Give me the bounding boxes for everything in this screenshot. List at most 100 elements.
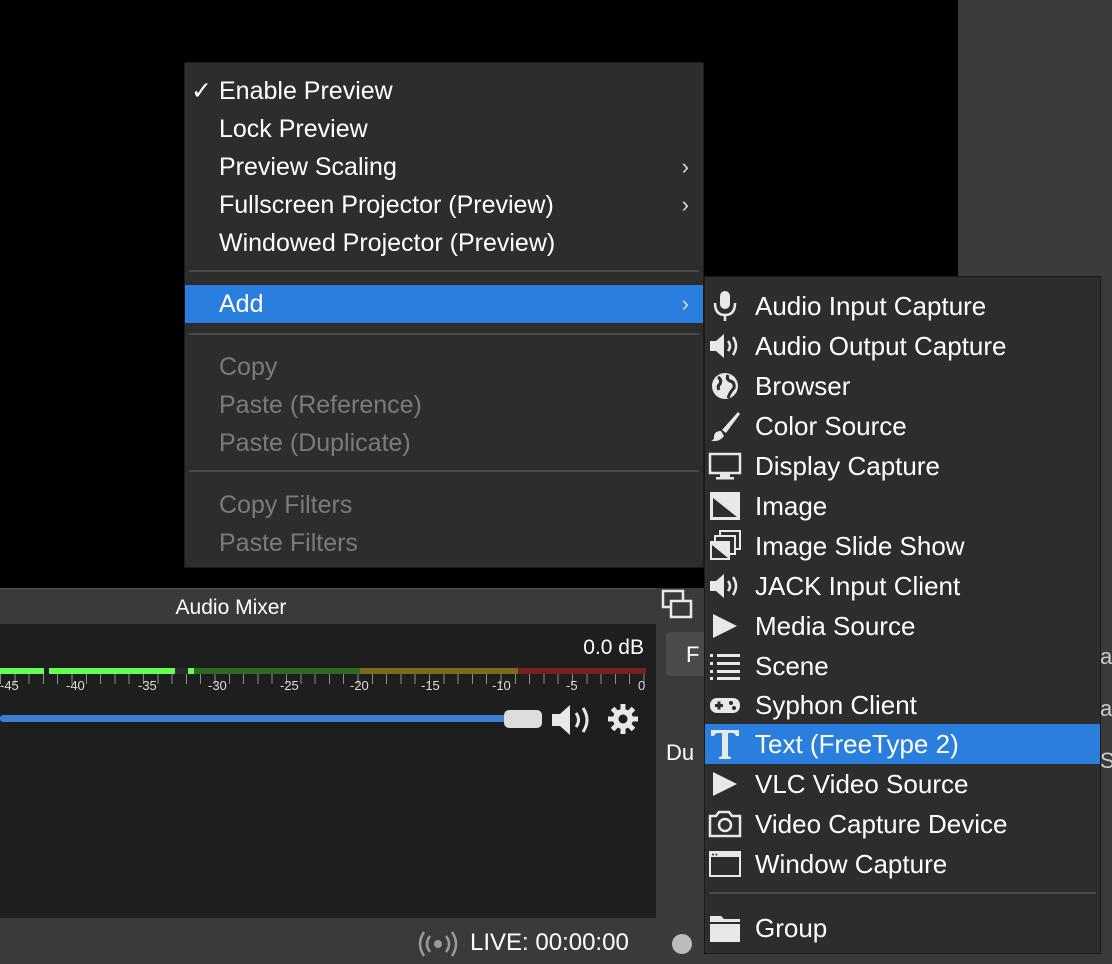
submenu-item-jack-input-client[interactable]: JACK Input Client xyxy=(705,566,1100,606)
submenu-item-label: VLC Video Source xyxy=(755,769,969,799)
gamepad-icon xyxy=(710,698,740,713)
menu-separator xyxy=(189,470,699,472)
audio-mixer-header: Audio Mixer xyxy=(0,588,656,624)
menu-item-copy[interactable]: Copy xyxy=(185,348,703,386)
submenu-item-label: Image xyxy=(755,491,828,521)
menu-item-paste-reference[interactable]: Paste (Reference) xyxy=(185,386,703,424)
submenu-item-audio-output-capture[interactable]: Audio Output Capture xyxy=(705,326,1100,366)
submenu-item-color-source[interactable]: Color Source xyxy=(705,406,1100,446)
menu-item-label: Copy Filters xyxy=(219,491,353,519)
submenu-item-syphon-client[interactable]: Syphon Client xyxy=(705,685,1100,725)
meter-tick-label: -10 xyxy=(492,678,511,693)
submenu-item-label: Video Capture Device xyxy=(755,809,1008,839)
menu-item-label: Copy xyxy=(219,353,278,381)
image-icon xyxy=(710,492,740,520)
submenu-item-label: Image Slide Show xyxy=(755,531,965,561)
menu-item-windowed-projector[interactable]: Windowed Projector (Preview) xyxy=(185,224,703,262)
duration-label: Du xyxy=(666,740,695,765)
submenu-item-label: Scene xyxy=(755,651,829,681)
menu-item-fullscreen-projector[interactable]: Fullscreen Projector (Preview) › xyxy=(185,186,703,224)
undock-icon[interactable] xyxy=(660,588,694,622)
submenu-item-display-capture[interactable]: Display Capture xyxy=(705,446,1100,486)
submenu-item-label: Media Source xyxy=(755,611,916,641)
submenu-item-label: Display Capture xyxy=(755,451,940,481)
menu-separator xyxy=(189,333,699,335)
meter-tick-label: 0 xyxy=(638,678,646,693)
meter-tick-label: -20 xyxy=(350,678,369,693)
paintbrush-icon xyxy=(711,412,740,442)
chevron-right-icon: › xyxy=(681,154,689,179)
edge-fragment: a xyxy=(1100,644,1112,669)
preview-context-menu: ✓ Enable Preview Lock Preview Preview Sc… xyxy=(184,62,704,568)
menu-item-label: Add xyxy=(219,290,264,318)
submenu-item-window-capture[interactable]: Window Capture xyxy=(705,844,1100,884)
gear-icon[interactable] xyxy=(606,702,640,736)
add-source-submenu: Audio Input Capture Audio Output Capture… xyxy=(704,276,1101,954)
submenu-item-image[interactable]: Image xyxy=(705,486,1100,526)
menu-item-label: Fullscreen Projector (Preview) xyxy=(219,191,554,219)
checkmark-icon: ✓ xyxy=(191,77,212,105)
submenu-item-text-freetype[interactable]: Text (FreeType 2) xyxy=(705,724,1100,764)
chevron-right-icon: › xyxy=(681,192,689,217)
submenu-item-audio-input-capture[interactable]: Audio Input Capture xyxy=(705,286,1100,326)
meter-ticks xyxy=(0,674,646,684)
audio-mixer-title: Audio Mixer xyxy=(175,596,287,619)
edge-fragment: S xyxy=(1100,748,1112,773)
menu-item-add[interactable]: Add › xyxy=(185,285,703,323)
submenu-item-label: Group xyxy=(755,913,828,943)
slideshow-icon xyxy=(710,530,741,560)
volume-slider-handle[interactable] xyxy=(504,710,542,728)
live-timer: LIVE: 00:00:00 xyxy=(470,929,629,956)
menu-item-preview-scaling[interactable]: Preview Scaling › xyxy=(185,148,703,186)
submenu-item-label: Audio Input Capture xyxy=(755,291,987,321)
broadcast-icon xyxy=(418,931,458,957)
menu-item-copy-filters[interactable]: Copy Filters xyxy=(185,486,703,524)
submenu-item-media-source[interactable]: Media Source xyxy=(705,606,1100,646)
submenu-item-label: Browser xyxy=(755,371,851,401)
list-icon xyxy=(710,654,740,680)
meter-tick-label: -25 xyxy=(280,678,299,693)
submenu-item-label: Color Source xyxy=(755,411,907,441)
menu-item-label: Windowed Projector (Preview) xyxy=(219,229,556,257)
transition-select-label: F xyxy=(686,642,700,667)
chevron-right-icon: › xyxy=(681,291,689,316)
submenu-item-label: Text (FreeType 2) xyxy=(755,729,959,759)
menu-item-label: Paste (Duplicate) xyxy=(219,429,411,457)
camera-icon xyxy=(708,810,742,838)
meter-tick-label: -45 xyxy=(0,678,19,693)
submenu-item-video-capture-device[interactable]: Video Capture Device xyxy=(705,804,1100,844)
globe-icon xyxy=(712,373,738,399)
play-icon xyxy=(713,772,737,796)
submenu-item-vlc-video-source[interactable]: VLC Video Source xyxy=(705,764,1100,804)
submenu-item-browser[interactable]: Browser xyxy=(705,366,1100,406)
submenu-item-label: Syphon Client xyxy=(755,690,917,720)
speaker-icon xyxy=(710,574,738,598)
audio-level-readout: 0.0 dB xyxy=(583,636,644,659)
meter-tick-label: -40 xyxy=(66,678,85,693)
speaker-icon[interactable] xyxy=(550,702,600,738)
submenu-item-label: JACK Input Client xyxy=(755,571,961,601)
submenu-item-label: Audio Output Capture xyxy=(755,331,1007,361)
audio-mixer-dock: Audio Mixer 0.0 dB -45 -40 -35 -30 -25 -… xyxy=(0,588,656,918)
menu-item-label: Paste Filters xyxy=(219,529,358,557)
menu-item-paste-duplicate[interactable]: Paste (Duplicate) xyxy=(185,424,703,462)
play-icon xyxy=(713,614,737,638)
submenu-item-group[interactable]: Group xyxy=(705,908,1100,948)
text-icon xyxy=(711,730,739,759)
menu-item-label: Enable Preview xyxy=(219,77,393,105)
volume-slider[interactable] xyxy=(0,715,520,722)
submenu-item-scene[interactable]: Scene xyxy=(705,646,1100,686)
monitor-icon xyxy=(708,452,742,480)
menu-item-paste-filters[interactable]: Paste Filters xyxy=(185,524,703,562)
menu-item-label: Lock Preview xyxy=(219,115,368,143)
meter-tick-label: -35 xyxy=(138,678,157,693)
folder-icon xyxy=(710,916,740,942)
menu-item-label: Paste (Reference) xyxy=(219,391,422,419)
window-icon xyxy=(709,851,741,877)
menu-item-lock-preview[interactable]: Lock Preview xyxy=(185,110,703,148)
submenu-item-image-slide-show[interactable]: Image Slide Show xyxy=(705,526,1100,566)
submenu-separator xyxy=(709,892,1096,894)
menu-item-enable-preview[interactable]: ✓ Enable Preview xyxy=(185,72,703,110)
menu-separator xyxy=(189,270,699,272)
microphone-icon xyxy=(713,291,737,321)
